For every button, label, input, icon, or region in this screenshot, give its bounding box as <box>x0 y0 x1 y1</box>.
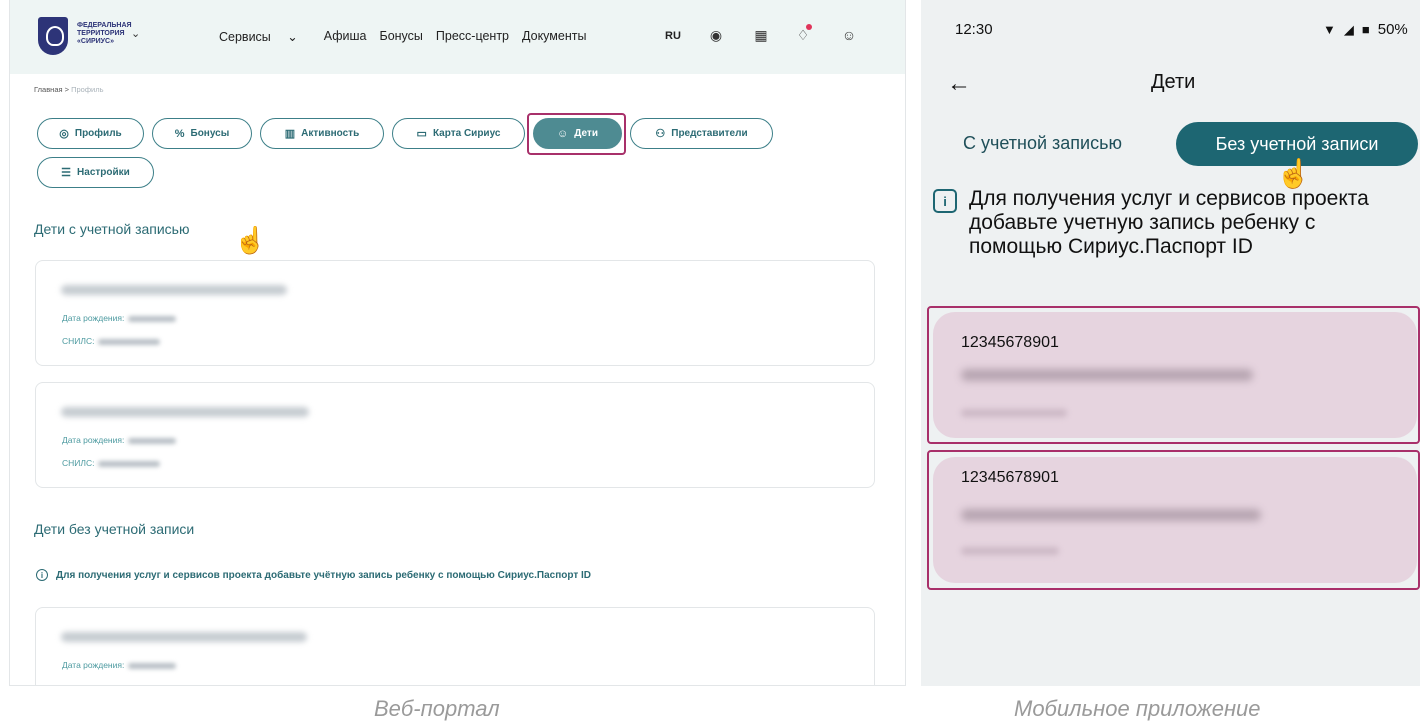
eye-icon[interactable]: ◉ <box>707 26 725 44</box>
birth-date-row: Дата рождения: <box>62 435 177 445</box>
info-message: i Для получения услуг и сервисов проекта… <box>933 187 1413 259</box>
web-portal-screen: ФЕДЕРАЛЬНАЯ ТЕРРИТОРИЯ «СИРИУС» ⌄ Сервис… <box>9 0 906 686</box>
section-title-without-account: Дети без учетной записи <box>34 521 195 537</box>
child-card[interactable]: Дата рождения: СНИЛС: <box>35 382 875 488</box>
activity-icon: ▥ <box>284 128 296 140</box>
hand-cursor-icon: ☝ <box>234 225 267 255</box>
chevron-down-icon[interactable]: ⌄ <box>131 27 140 40</box>
tab-profile[interactable]: ◎ Профиль <box>37 118 144 149</box>
section-title-with-account: Дети с учетной записью <box>34 221 190 237</box>
blurred-date <box>128 437 177 444</box>
snils-row: СНИЛС: <box>62 458 161 468</box>
nav-afisha[interactable]: Афиша <box>324 29 367 44</box>
nav-press-center[interactable]: Пресс-центр <box>436 29 509 44</box>
signal-icon: ◢ <box>1343 21 1354 37</box>
card-icon: ▭ <box>416 128 427 140</box>
top-navigation: Сервисы ⌄ Афиша Бонусы Пресс-центр Докум… <box>219 29 599 44</box>
bonus-icon: % <box>174 127 185 140</box>
snils-row: СНИЛС: <box>62 336 161 346</box>
status-bar-icons: ▼ ◢ ■ 50% <box>1323 21 1408 38</box>
notification-dot <box>806 24 812 30</box>
blurred-date <box>128 662 177 669</box>
blurred-name <box>961 509 1261 521</box>
child-card[interactable]: 12345678901 <box>933 457 1417 583</box>
blurred-name <box>61 285 287 295</box>
nav-bonuses[interactable]: Бонусы <box>380 29 423 44</box>
language-switch[interactable]: RU <box>665 30 681 42</box>
tab-activity[interactable]: ▥ Активность <box>260 118 384 149</box>
child-card[interactable]: Дата рождения: <box>35 607 875 685</box>
people-icon: ⚇ <box>655 128 666 140</box>
blurred-name <box>61 632 307 642</box>
qr-icon[interactable]: ▦ <box>752 26 770 44</box>
blurred-snils <box>98 338 161 345</box>
tab-settings[interactable]: ☰ Настройки <box>37 157 154 188</box>
site-header: ФЕДЕРАЛЬНАЯ ТЕРРИТОРИЯ «СИРИУС» ⌄ Сервис… <box>10 0 905 74</box>
tab-with-account[interactable]: С учетной записью <box>963 133 1122 154</box>
wifi-icon: ▼ <box>1323 22 1336 37</box>
caption-mobile: Мобильное приложение <box>1014 696 1261 721</box>
screen-title: Дети <box>1151 71 1196 93</box>
blurred-date <box>128 315 177 322</box>
child-number: 12345678901 <box>961 469 1059 486</box>
tab-bonuses[interactable]: % Бонусы <box>152 118 252 149</box>
blurred-name <box>961 369 1253 381</box>
tab-sirius-card[interactable]: ▭ Карта Сириус <box>392 118 525 149</box>
status-time: 12:30 <box>955 21 993 38</box>
info-notice: i Для получения услуг и сервисов проекта … <box>36 569 591 581</box>
highlight-frame <box>527 113 626 155</box>
blurred-date <box>961 547 1059 555</box>
nav-services[interactable]: Сервисы ⌄ <box>219 29 311 44</box>
battery-icon: ■ <box>1361 22 1370 37</box>
child-card[interactable]: 12345678901 <box>933 312 1417 438</box>
blurred-name <box>61 407 309 417</box>
chevron-down-icon: ⌄ <box>287 30 298 44</box>
info-icon: i <box>933 189 957 213</box>
blurred-snils <box>98 460 161 467</box>
breadcrumb-home[interactable]: Главная <box>34 85 63 94</box>
logo-text: ФЕДЕРАЛЬНАЯ ТЕРРИТОРИЯ «СИРИУС» <box>77 22 132 45</box>
info-icon: i <box>36 569 48 581</box>
battery-percent: 50% <box>1377 21 1408 38</box>
mobile-app-screen: 12:30 ▼ ◢ ■ 50% ← Дети С учетной записью… <box>921 0 1420 686</box>
child-card[interactable]: Дата рождения: СНИЛС: <box>35 260 875 366</box>
nav-documents[interactable]: Документы <box>522 29 586 44</box>
blurred-date <box>961 409 1067 417</box>
tab-representatives[interactable]: ⚇ Представители <box>630 118 773 149</box>
sirius-logo[interactable] <box>38 17 68 55</box>
child-number: 12345678901 <box>961 334 1059 351</box>
user-icon[interactable]: ☺ <box>840 26 858 44</box>
hand-cursor-icon: ☝ <box>1276 158 1311 189</box>
user-circle-icon: ◎ <box>59 128 69 140</box>
caption-web: Веб-портал <box>374 696 500 721</box>
birth-date-row: Дата рождения: <box>62 313 177 323</box>
birth-date-row: Дата рождения: <box>62 660 177 670</box>
sliders-icon: ☰ <box>61 167 72 179</box>
breadcrumb: Главная > Профиль <box>34 85 104 94</box>
back-arrow-icon[interactable]: ← <box>947 70 971 98</box>
breadcrumb-current: Профиль <box>71 85 104 94</box>
